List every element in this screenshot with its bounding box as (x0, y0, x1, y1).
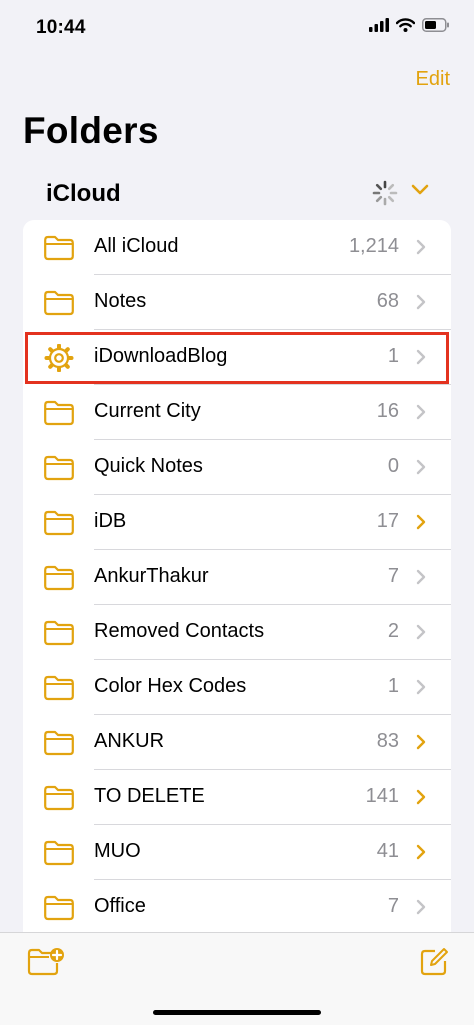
icloud-section-header[interactable]: iCloud (23, 172, 451, 214)
folder-name: Office (94, 895, 146, 917)
status-time: 10:44 (36, 17, 86, 38)
folder-row[interactable]: TO DELETE 141 (23, 770, 451, 825)
folder-name: MUO (94, 840, 141, 862)
folder-list: All iCloud 1,214 Notes 68 iDownloadBlog 1 Curr… (23, 220, 451, 935)
chevron-down-icon[interactable] (411, 184, 429, 196)
folder-count: 1,214 (348, 235, 399, 257)
folder-icon (44, 455, 74, 481)
folder-count: 17 (376, 510, 399, 532)
folder-count: 0 (387, 455, 399, 477)
loading-spinner-icon (372, 180, 398, 206)
chevron-right-icon (416, 514, 426, 530)
status-bar: 10:44 (0, 0, 474, 58)
folder-name: Quick Notes (94, 455, 203, 477)
folder-icon (44, 895, 74, 921)
folder-icon (44, 620, 74, 646)
folder-count: 83 (376, 730, 399, 752)
compose-icon[interactable] (419, 947, 449, 977)
folder-name: Color Hex Codes (94, 675, 247, 697)
chevron-right-icon (416, 844, 426, 860)
folder-row[interactable]: iDownloadBlog 1 (23, 330, 451, 385)
bottom-toolbar (0, 932, 474, 1025)
chevron-right-icon (416, 789, 426, 805)
folder-count: 2 (387, 620, 399, 642)
chevron-right-icon (416, 624, 426, 640)
folder-name: AnkurThakur (94, 565, 209, 587)
folder-count: 1 (387, 675, 399, 697)
chevron-right-icon (416, 734, 426, 750)
wifi-icon (396, 18, 415, 32)
highlight-box (25, 332, 449, 384)
folder-row[interactable]: Quick Notes 0 (23, 440, 451, 495)
folder-row[interactable]: ANKUR 83 (23, 715, 451, 770)
folder-row[interactable]: Removed Contacts 2 (23, 605, 451, 660)
folder-count: 7 (387, 565, 399, 587)
home-indicator (153, 1010, 321, 1015)
folder-count: 41 (376, 840, 399, 862)
folder-name: Current City (94, 400, 201, 422)
folder-row[interactable]: Current City 16 (23, 385, 451, 440)
folder-count: 7 (387, 895, 399, 917)
chevron-right-icon (416, 404, 426, 420)
folder-name: iDB (94, 510, 127, 532)
folder-name: Notes (94, 290, 147, 312)
cellular-signal-icon (369, 18, 389, 32)
edit-button[interactable]: Edit (416, 68, 450, 91)
chevron-right-icon (416, 459, 426, 475)
folder-name: TO DELETE (94, 785, 205, 807)
new-folder-icon[interactable] (27, 947, 65, 977)
folder-icon (44, 400, 74, 426)
folder-row[interactable]: Color Hex Codes 1 (23, 660, 451, 715)
folder-name: All iCloud (94, 235, 179, 257)
folder-icon (44, 235, 74, 261)
folder-icon (44, 675, 74, 701)
folder-icon (44, 785, 74, 811)
notes-folders-screen: 10:44 Edit Folders iCloud All iCloud 1,2… (0, 0, 474, 1025)
folder-name: Removed Contacts (94, 620, 265, 642)
battery-icon (422, 18, 449, 32)
folder-count: 141 (365, 785, 399, 807)
chevron-right-icon (416, 239, 426, 255)
folder-count: 16 (376, 400, 399, 422)
folder-row[interactable]: iDB 17 (23, 495, 451, 550)
folder-icon (44, 730, 74, 756)
chevron-right-icon (416, 899, 426, 915)
chevron-right-icon (416, 569, 426, 585)
folder-count: 68 (376, 290, 399, 312)
chevron-right-icon (416, 294, 426, 310)
page-title: Folders (23, 110, 159, 151)
status-icons (369, 18, 450, 32)
folder-icon (44, 290, 74, 316)
folder-icon (44, 565, 74, 591)
folder-row[interactable]: Notes 68 (23, 275, 451, 330)
folder-row[interactable]: Office 7 (23, 880, 451, 935)
folder-name: ANKUR (94, 730, 165, 752)
chevron-right-icon (416, 679, 426, 695)
folder-icon (44, 510, 74, 536)
folder-row[interactable]: AnkurThakur 7 (23, 550, 451, 605)
section-title: iCloud (46, 180, 121, 207)
folder-row[interactable]: MUO 41 (23, 825, 451, 880)
folder-icon (44, 840, 74, 866)
folder-row[interactable]: All iCloud 1,214 (23, 220, 451, 275)
